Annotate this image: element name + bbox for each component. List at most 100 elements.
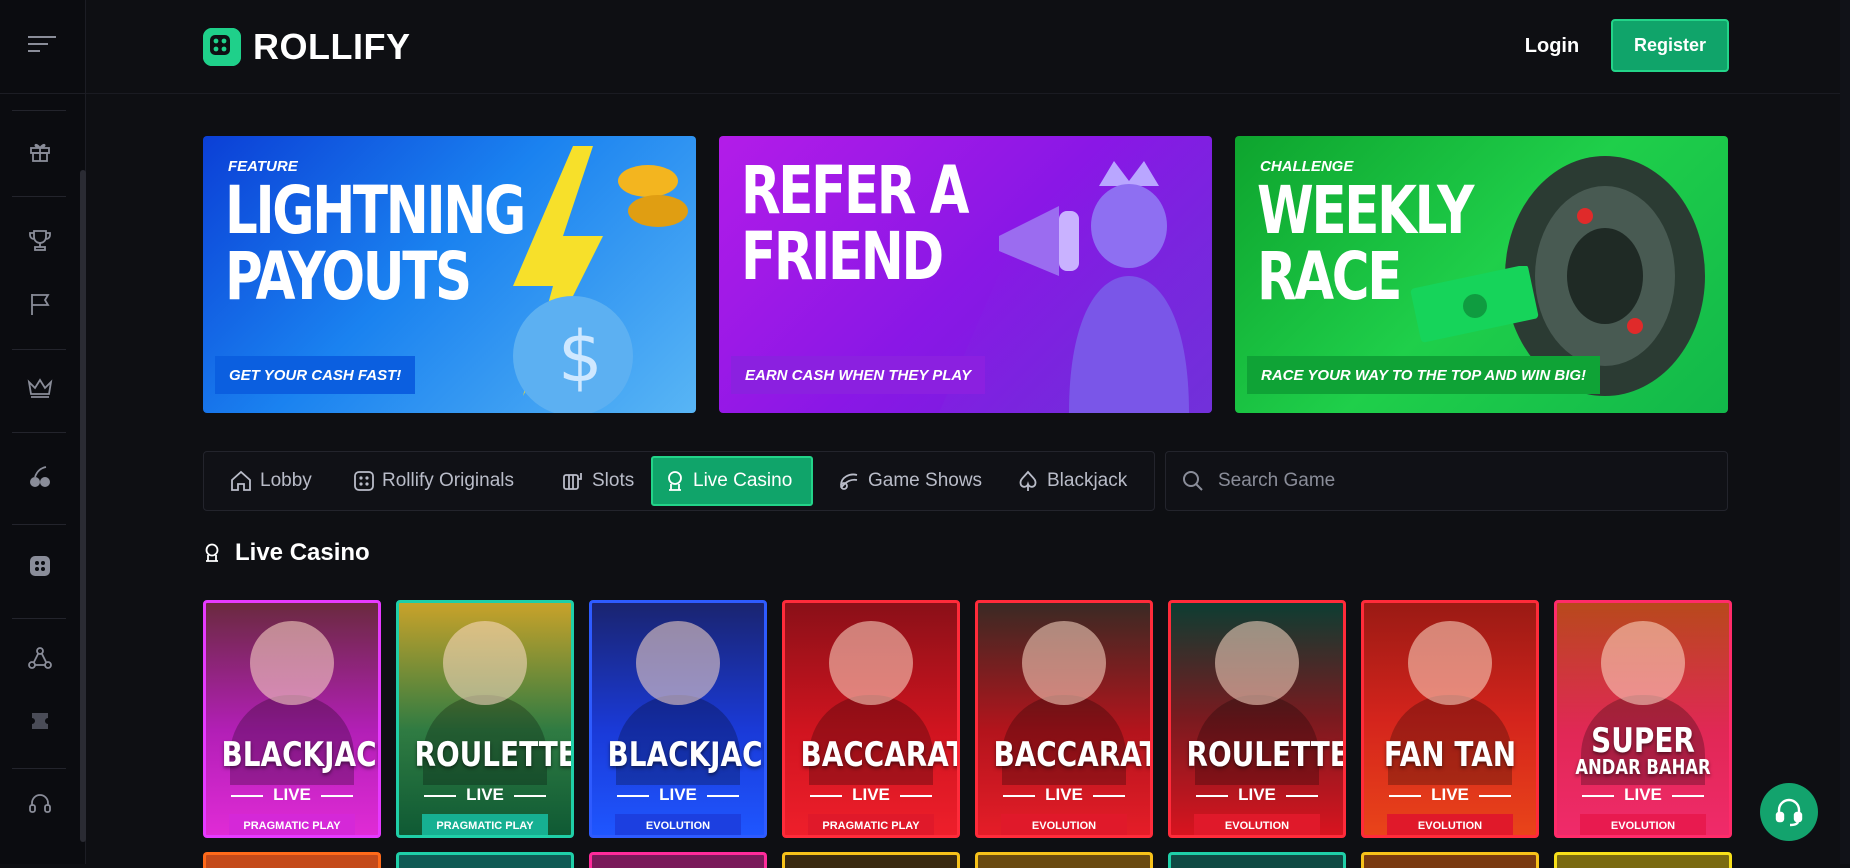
game-title: ROULETTE (1186, 735, 1346, 775)
banner-strip: EARN CASH WHEN THEY PLAY (731, 356, 986, 394)
live-label: LIVE (592, 785, 764, 805)
live-label: LIVE (1364, 785, 1536, 805)
menu-icon[interactable] (27, 34, 58, 59)
tab-slots[interactable]: Slots (550, 456, 646, 506)
game-title: BACCARAT (993, 735, 1153, 775)
sidebar-item-rewards[interactable] (22, 133, 58, 169)
register-button[interactable]: Register (1611, 19, 1729, 72)
game-card[interactable]: BLACKJACK LIVE EVOLUTION (589, 600, 767, 838)
game-card[interactable] (975, 852, 1153, 868)
sidebar-item-originals[interactable] (22, 548, 58, 584)
sidebar (0, 0, 86, 864)
provider-badge: PRAGMATIC PLAY (808, 814, 934, 835)
logo-icon (203, 28, 241, 66)
game-card[interactable]: ROULETTE LIVE PRAGMATIC PLAY (396, 600, 574, 838)
divider (12, 524, 66, 525)
gift-icon (30, 143, 50, 162)
tab-rollify-originals[interactable]: Rollify Originals (342, 456, 526, 506)
game-card[interactable] (782, 852, 960, 868)
flag-icon (31, 294, 50, 315)
game-title: BLACKJACK (221, 735, 381, 775)
support-chat-button[interactable] (1760, 783, 1818, 841)
game-shows-icon (840, 473, 858, 490)
game-card[interactable]: BACCARAT LIVE EVOLUTION (975, 600, 1153, 838)
search-icon (1183, 471, 1203, 491)
game-card[interactable] (1168, 852, 1346, 868)
crowned-figure-icon (1069, 161, 1189, 413)
support-icon (29, 794, 51, 813)
dealer-image (829, 621, 913, 705)
logo[interactable]: ROLLIFY (203, 26, 410, 68)
section-title: Live Casino (203, 539, 370, 567)
dealer-image (1601, 621, 1685, 705)
sidebar-item-affiliates[interactable] (22, 640, 58, 676)
game-title: BACCARAT (800, 735, 960, 775)
game-title: BLACKJACK (607, 735, 767, 775)
network-icon (28, 647, 52, 669)
sidebar-item-tournaments[interactable] (22, 222, 58, 258)
tab-label: Live Casino (693, 470, 793, 491)
header: ROLLIFY Login Register (86, 0, 1850, 94)
spade-icon (1019, 470, 1037, 491)
login-button[interactable]: Login (1510, 26, 1594, 66)
dealer-image (250, 621, 334, 705)
category-tabs: Lobby Rollify Originals Slots Live Casin… (203, 451, 1155, 511)
coins-icon (618, 165, 688, 227)
home-icon (231, 470, 251, 491)
game-card[interactable] (589, 852, 767, 868)
game-card[interactable] (203, 852, 381, 868)
tab-label: Slots (592, 470, 635, 491)
live-label: LIVE (206, 785, 378, 805)
live-label: LIVE (785, 785, 957, 805)
page-scrollbar[interactable] (1840, 0, 1850, 864)
game-card[interactable]: BLACKJACK LIVE PRAGMATIC PLAY (203, 600, 381, 838)
game-card[interactable] (1554, 852, 1732, 868)
tab-label: Blackjack (1047, 470, 1128, 491)
search-box (1165, 451, 1728, 511)
originals-icon (354, 471, 374, 491)
game-title: FAN TAN (1383, 735, 1517, 775)
tab-live-casino[interactable]: Live Casino (651, 456, 813, 506)
banner-lightning-payouts[interactable]: $ FEATURE LIGHTNING PAYOUTS GET YOUR CASH… (203, 136, 696, 413)
game-card[interactable]: SUPER ANDAR BAHAR LIVE EVOLUTION (1554, 600, 1732, 838)
game-card[interactable] (1361, 852, 1539, 868)
sidebar-item-vip[interactable] (22, 370, 58, 406)
banner-title: REFER A FRIEND (741, 152, 970, 295)
divider (12, 768, 66, 769)
game-card[interactable]: FAN TAN LIVE EVOLUTION (1361, 600, 1539, 838)
live-label: LIVE (1557, 785, 1729, 805)
sidebar-item-promotions[interactable] (22, 704, 58, 740)
section-title-text: Live Casino (235, 539, 370, 566)
svg-text:$: $ (558, 316, 603, 398)
live-label: LIVE (399, 785, 571, 805)
sidebar-item-support[interactable] (22, 786, 58, 822)
sidebar-scrollbar[interactable] (80, 170, 86, 842)
banner-strip: RACE YOUR WAY TO THE TOP AND WIN BIG! (1247, 356, 1601, 394)
banner-title: LIGHTNING PAYOUTS (225, 172, 526, 315)
provider-badge: EVOLUTION (615, 814, 741, 835)
sidebar-item-slots[interactable] (22, 459, 58, 495)
game-card[interactable]: ROULETTE LIVE EVOLUTION (1168, 600, 1346, 838)
tab-game-shows[interactable]: Game Shows (826, 456, 994, 506)
live-label: LIVE (978, 785, 1150, 805)
game-card[interactable] (396, 852, 574, 868)
tab-lobby[interactable]: Lobby (218, 456, 324, 506)
game-title: ROULETTE (414, 735, 574, 775)
dealer-image (1022, 621, 1106, 705)
provider-badge: EVOLUTION (1194, 814, 1320, 835)
banner-strip: GET YOUR CASH FAST! (215, 356, 416, 394)
banner-refer-a-friend[interactable]: REFER A FRIEND EARN CASH WHEN THEY PLAY (719, 136, 1212, 413)
banner-weekly-race[interactable]: CHALLENGE WEEKLY RACE RACE YOUR WAY TO TH… (1235, 136, 1728, 413)
dollar-icon: $ (513, 296, 633, 413)
provider-badge: PRAGMATIC PLAY (229, 814, 355, 835)
slot-machine-icon (563, 473, 582, 490)
divider (12, 196, 66, 197)
originals-icon (30, 556, 50, 576)
crown-icon (27, 378, 53, 398)
search-input[interactable] (1218, 470, 1698, 492)
game-card[interactable]: BACCARAT LIVE PRAGMATIC PLAY (782, 600, 960, 838)
cherry-icon (30, 466, 50, 487)
tab-blackjack[interactable]: Blackjack (1005, 456, 1139, 506)
divider (12, 432, 66, 433)
sidebar-item-challenges[interactable] (22, 286, 58, 322)
